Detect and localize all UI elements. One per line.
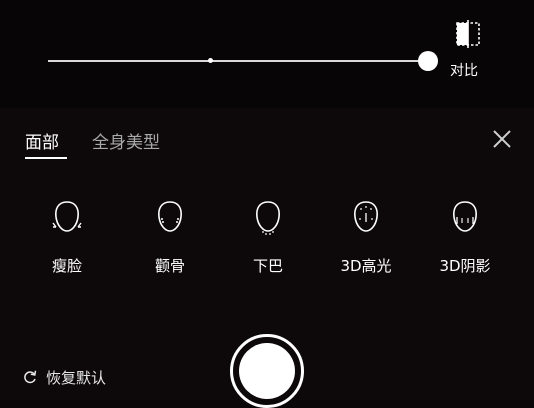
tool-chin[interactable]: 下巴 (218, 197, 318, 292)
tool-label: 下巴 (252, 257, 283, 275)
tab-body-shape[interactable]: 全身美型 (92, 128, 160, 153)
tab-face[interactable]: 面部 (25, 128, 59, 153)
tool-label: 3D高光 (340, 257, 392, 275)
compare-label[interactable]: 对比 (450, 60, 490, 80)
3d-highlight-icon (354, 201, 378, 232)
tool-3d-highlight[interactable]: 3D高光 (316, 197, 416, 292)
adjust-area (0, 0, 534, 108)
tool-label: 颧骨 (154, 257, 185, 275)
shutter-button[interactable] (230, 334, 304, 408)
reset-default-button[interactable]: 恢复默认 (22, 366, 106, 388)
3d-shadow-icon (453, 201, 477, 232)
slim-face-icon (52, 201, 82, 232)
chin-icon (256, 201, 280, 235)
cheekbone-icon (158, 201, 182, 232)
close-icon[interactable] (491, 128, 513, 150)
tool-3d-shadow[interactable]: 3D阴影 (415, 197, 515, 292)
reset-icon (24, 370, 37, 384)
intensity-slider-track[interactable] (48, 60, 428, 62)
reset-label: 恢复默认 (46, 368, 107, 387)
slider-center-marker (208, 58, 213, 63)
tool-cheekbone[interactable]: 颧骨 (120, 197, 220, 292)
intensity-slider-thumb[interactable] (418, 51, 438, 71)
shutter-button-inner (239, 343, 295, 399)
tool-label: 瘦脸 (51, 257, 82, 275)
compare-icon[interactable] (452, 20, 484, 48)
tool-label: 3D阴影 (439, 257, 491, 275)
tool-slim-face[interactable]: 瘦脸 (17, 197, 117, 292)
active-tab-indicator (25, 157, 67, 159)
